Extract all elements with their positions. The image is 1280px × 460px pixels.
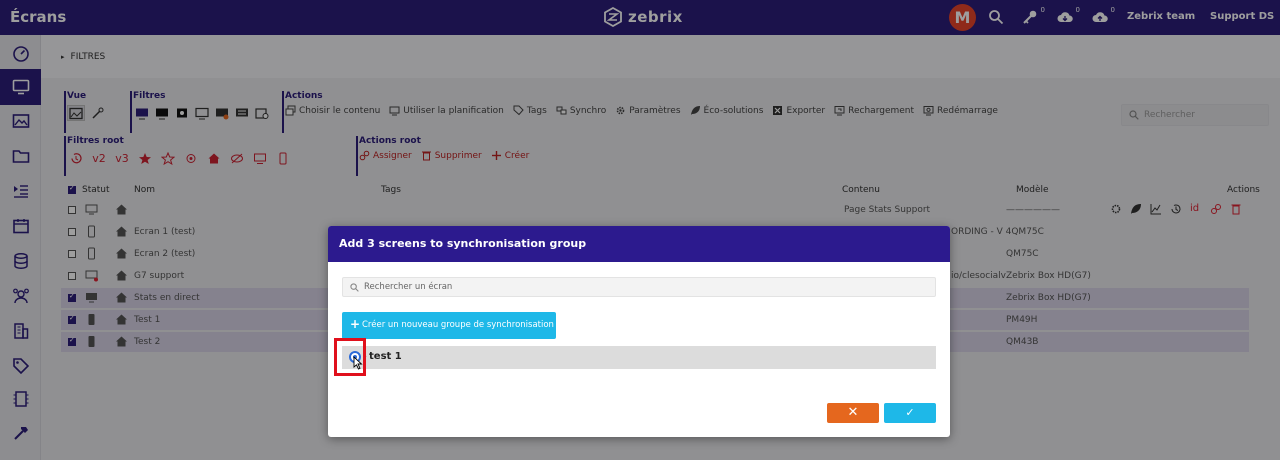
modal-title: Add 3 screens to synchronisation group — [328, 226, 950, 262]
sync-group-modal: Add 3 screens to synchronisation group R… — [328, 226, 950, 437]
confirm-button[interactable]: ✓ — [884, 403, 936, 423]
search-icon — [350, 283, 359, 292]
modal-search-placeholder: Rechercher un écran — [364, 282, 453, 292]
modal-search-input[interactable]: Rechercher un écran — [342, 277, 936, 297]
create-sync-group-button[interactable]: Créer un nouveau groupe de synchronisati… — [342, 312, 556, 339]
sync-group-name: test 1 — [369, 351, 402, 362]
sync-group-row[interactable]: ▸ test 1 — [342, 346, 936, 369]
mouse-cursor-icon — [353, 356, 363, 370]
cancel-button[interactable]: ✕ — [827, 403, 879, 423]
